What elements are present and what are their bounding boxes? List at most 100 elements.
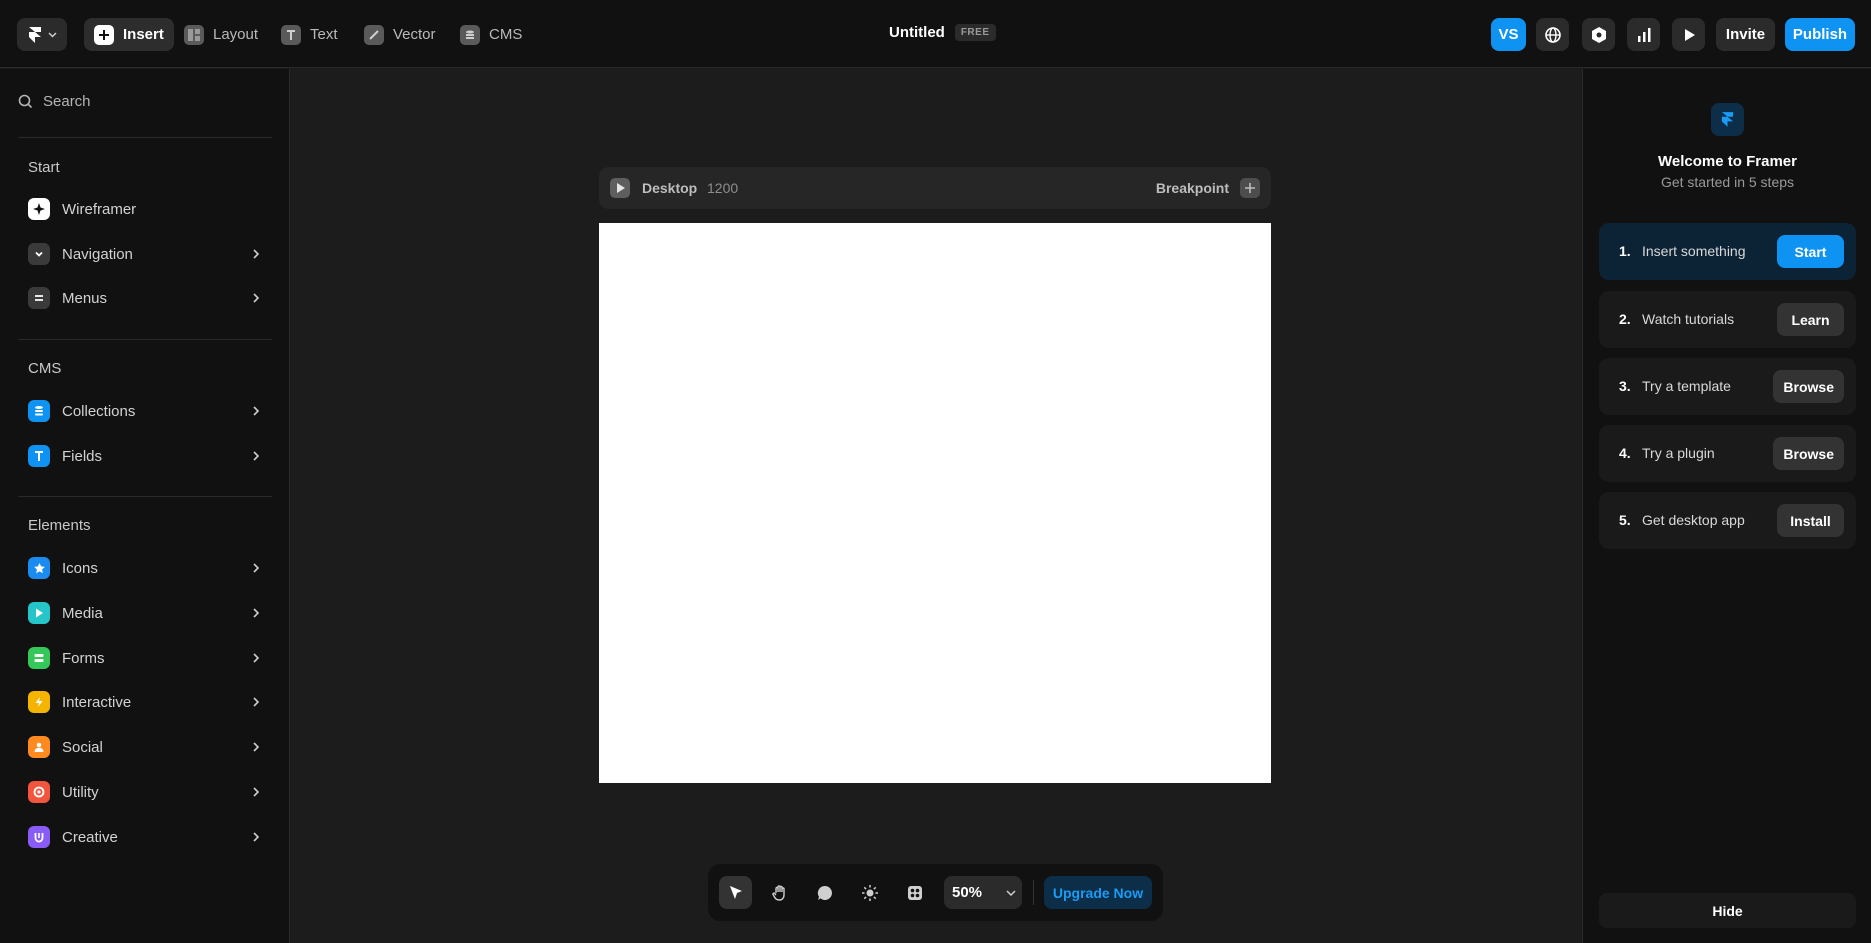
step-watch-tutorials[interactable]: 2. Watch tutorials Learn [1599,291,1856,348]
sidebar-item-media[interactable]: Media [28,599,264,627]
insert-icon [94,24,114,45]
desktop-frame[interactable] [599,223,1271,783]
play-icon [616,183,625,193]
browse-plugins-button[interactable]: Browse [1773,437,1844,470]
add-breakpoint-button[interactable] [1240,178,1260,198]
step-try-plugin[interactable]: 4. Try a plugin Browse [1599,425,1856,482]
framer-menu-button[interactable] [17,18,67,51]
sidebar-item-label: Interactive [62,693,132,711]
sidebar-item-menus[interactable]: Menus [28,284,264,312]
sidebar-item-collections[interactable]: Collections [28,397,264,425]
section-title-cms: CMS [28,360,62,377]
grid-icon [907,885,922,900]
step-try-template[interactable]: 3. Try a template Browse [1599,358,1856,415]
chevron-right-icon [248,829,264,845]
project-title-area[interactable]: Untitled FREE [889,24,996,41]
text-field-icon [28,445,50,467]
step-get-desktop-app[interactable]: 5. Get desktop app Install [1599,492,1856,549]
tool-layout[interactable]: Layout [174,18,268,51]
sidebar-item-label: Icons [62,559,98,577]
plus-icon [1245,183,1255,193]
tool-cms[interactable]: CMS [450,18,532,51]
step-number: 2. [1619,311,1631,327]
sidebar-item-interactive[interactable]: Interactive [28,688,264,716]
step-label: Try a template [1642,378,1731,394]
plan-badge: FREE [954,24,996,41]
play-icon [1684,28,1695,41]
chevron-right-icon [248,246,264,262]
breakpoint-name[interactable]: Desktop [642,180,697,196]
chevron-right-icon [248,403,264,419]
bolt-icon [28,691,50,713]
sidebar-item-creative[interactable]: Creative [28,823,264,851]
sidebar-item-navigation[interactable]: Navigation [28,240,264,268]
preview-frame-button[interactable] [610,178,630,198]
vector-icon [364,24,384,45]
top-bar: Insert Layout Text Vector CMS Untitled F… [0,0,1871,68]
bar-chart-icon [1637,27,1650,42]
sidebar-item-social[interactable]: Social [28,733,264,761]
tool-text[interactable]: Text [271,18,348,51]
zoom-select[interactable]: 50% [944,876,1022,909]
layout-icon [184,24,204,45]
hand-icon [771,884,785,901]
analytics-button[interactable] [1627,18,1660,51]
step-number: 1. [1619,243,1631,259]
sidebar-item-label: Media [62,604,103,622]
chevron-right-icon [248,694,264,710]
tool-label: Text [310,26,338,43]
chevron-right-icon [248,605,264,621]
person-icon [28,736,50,758]
theme-toggle-button[interactable] [853,876,886,909]
components-button[interactable] [898,876,931,909]
database-icon [28,400,50,422]
select-tool-button[interactable] [719,876,752,909]
sidebar-item-utility[interactable]: Utility [28,778,264,806]
sidebar-item-label: Creative [62,828,118,846]
text-icon [281,24,301,45]
creative-icon [28,826,50,848]
sidebar-item-icons[interactable]: Icons [28,554,264,582]
sidebar-item-label: Collections [62,402,136,420]
project-title[interactable]: Untitled [889,24,945,41]
sun-icon [861,884,878,901]
chevron-down-icon [1006,889,1016,896]
sidebar-item-forms[interactable]: Forms [28,644,264,672]
breakpoint-label[interactable]: Breakpoint [1156,180,1229,196]
step-label: Get desktop app [1642,512,1745,528]
publish-button[interactable]: Publish [1785,18,1855,51]
divider [18,339,272,340]
search-field[interactable]: Search [18,93,91,110]
learn-button[interactable]: Learn [1777,303,1844,336]
step-insert-something[interactable]: 1. Insert something Start [1599,223,1856,280]
upgrade-button[interactable]: Upgrade Now [1044,876,1152,909]
lifebuoy-icon [28,781,50,803]
site-settings-button[interactable] [1536,18,1569,51]
divider [18,496,272,497]
sidebar-item-fields[interactable]: Fields [28,442,264,470]
comment-tool-button[interactable] [808,876,841,909]
plugins-button[interactable] [1582,18,1615,51]
hide-button[interactable]: Hide [1599,893,1856,928]
hand-tool-button[interactable] [763,876,796,909]
browse-templates-button[interactable]: Browse [1773,370,1844,403]
tool-insert[interactable]: Insert [84,18,174,51]
play-icon [28,602,50,624]
user-avatar[interactable]: VS [1491,18,1526,51]
cms-icon [460,24,480,45]
star-icon [28,557,50,579]
sidebar-item-wireframer[interactable]: Wireframer [28,195,264,223]
tool-vector[interactable]: Vector [354,18,446,51]
breakpoint-bar[interactable]: Desktop 1200 Breakpoint [599,167,1271,209]
sidebar-item-label: Utility [62,783,99,801]
insert-sidebar: Search Start Wireframer Navigation Menus… [0,69,290,943]
comment-icon [817,885,832,900]
install-button[interactable]: Install [1777,504,1844,537]
chevron-down-icon [28,243,50,265]
start-button[interactable]: Start [1777,235,1844,268]
sidebar-item-label: Menus [62,289,108,307]
invite-button[interactable]: Invite [1716,18,1775,51]
preview-button[interactable] [1672,18,1705,51]
chevron-right-icon [248,448,264,464]
framer-logo-icon [28,26,41,43]
